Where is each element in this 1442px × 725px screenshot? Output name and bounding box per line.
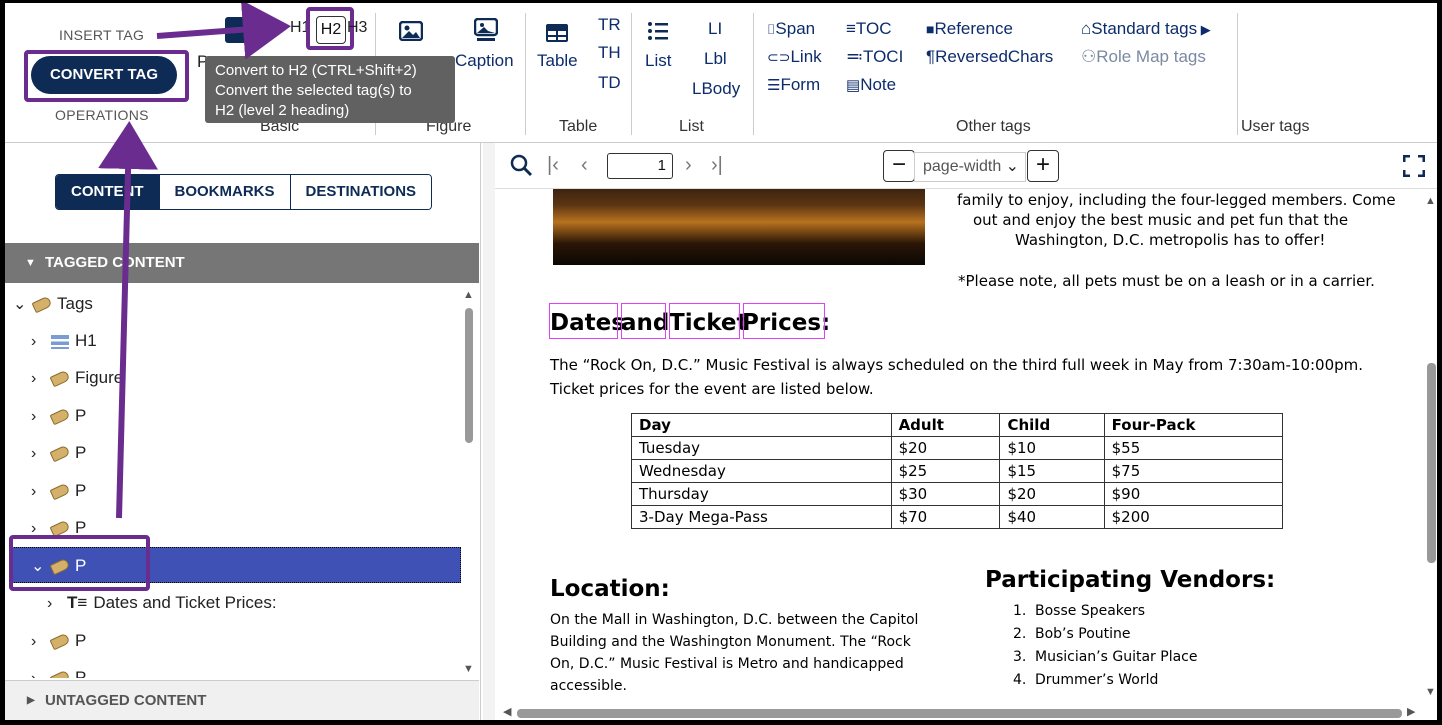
app-frame: INSERT TAG CONVERT TAG OPERATIONS P H1 H… [5,3,1437,720]
arrow-to-convert [98,121,159,519]
arrow-to-h2 [156,3,291,60]
annotation-arrows [98,3,291,519]
